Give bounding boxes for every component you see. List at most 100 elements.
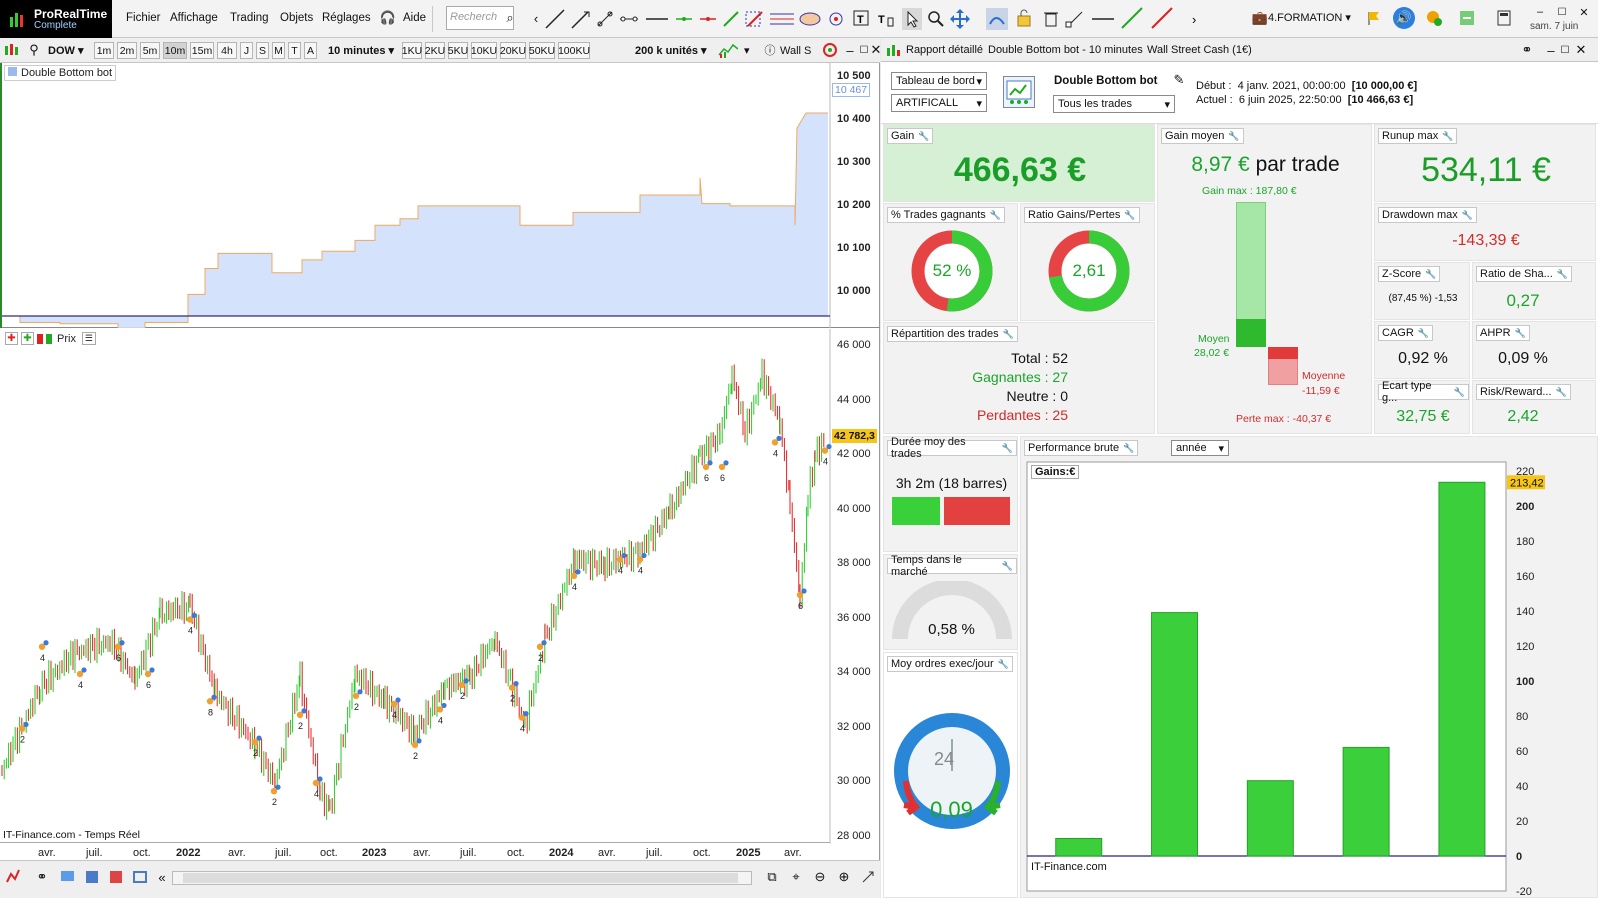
unit-10KU[interactable]: 10KU <box>471 42 497 59</box>
candles-icon[interactable] <box>2 40 22 60</box>
zoom-area-icon[interactable]: ⧉ <box>762 867 782 887</box>
timeframe-S[interactable]: S <box>256 42 269 59</box>
wrench-icon[interactable]: 🔧 <box>1124 210 1135 221</box>
grid-icon[interactable] <box>106 867 126 887</box>
sharpe-title[interactable]: Ratio de Sha... 🔧 <box>1476 266 1572 282</box>
chart-type-icon[interactable] <box>4 867 24 887</box>
volume-icon[interactable]: 🔊 <box>1393 7 1415 29</box>
time-scrollbar[interactable] <box>172 871 752 885</box>
duree-title[interactable]: Durée moy des trades 🔧 <box>887 436 1017 460</box>
wrench-icon[interactable]: 🔧 <box>1442 131 1453 142</box>
period-year-select[interactable]: année ▾ <box>1171 440 1229 456</box>
timeframe-T[interactable]: T <box>288 42 301 59</box>
menu-aide[interactable]: Aide <box>403 12 426 24</box>
workspace-select[interactable]: 4.FORMATION ▾ <box>1268 11 1351 24</box>
timeframe-2m[interactable]: 2m <box>117 42 137 59</box>
wrench-icon[interactable]: 🔧 <box>1002 443 1013 454</box>
cagr-title[interactable]: CAGR 🔧 <box>1378 325 1433 341</box>
ratio-title[interactable]: Ratio Gains/Pertes 🔧 <box>1024 207 1140 223</box>
maximize-icon[interactable]: ☐ <box>1552 2 1572 22</box>
unit-5KU[interactable]: 5KU <box>448 42 468 59</box>
view-select[interactable]: Tableau de bord ▾ <box>891 72 987 90</box>
timeframe-5m[interactable]: 5m <box>140 42 160 59</box>
menu-affichage[interactable]: Affichage <box>170 12 218 24</box>
wrench-icon[interactable]: 🔧 <box>1462 210 1473 221</box>
wrench-icon[interactable]: 🔧 <box>1454 387 1465 398</box>
comment-icon[interactable] <box>58 867 78 887</box>
briefcase-icon[interactable]: 💼 <box>1250 8 1270 28</box>
tab-instrument[interactable]: Wall Street Cash (1€) <box>1147 44 1252 56</box>
unit-1KU[interactable]: 1KU <box>402 42 422 59</box>
unit-100KU[interactable]: 100KU <box>558 42 590 59</box>
menu-fichier[interactable]: Fichier <box>126 12 161 24</box>
unit-2KU[interactable]: 2KU <box>425 42 445 59</box>
wrench-icon[interactable]: 🔧 <box>1003 329 1014 340</box>
timeframe-10m[interactable]: 10m <box>163 42 187 59</box>
alerts-icon[interactable] <box>1424 8 1444 28</box>
account-select[interactable]: ARTIFICALL ▾ <box>891 94 987 112</box>
performance-title[interactable]: Performance brute 🔧 <box>1024 440 1139 456</box>
settings-icon[interactable] <box>858 867 878 887</box>
risk-title[interactable]: Risk/Reward... 🔧 <box>1476 384 1571 400</box>
zoom-fit-icon[interactable]: ⌖ <box>786 867 806 887</box>
ordres-title[interactable]: Moy ordres exec/jour 🔧 <box>887 656 1013 672</box>
timeframe-4h[interactable]: 4h <box>217 42 237 59</box>
info-icon[interactable]: ⓘ <box>760 40 780 60</box>
menu-reglages[interactable]: Réglages <box>322 12 371 24</box>
trades-filter-select[interactable]: Tous les trades ▾ <box>1053 95 1175 113</box>
list-icon[interactable]: ☰ <box>81 332 96 345</box>
share-icon[interactable]: ⚭ <box>32 867 52 887</box>
ecart-title[interactable]: Ecart type g... 🔧 <box>1378 380 1469 404</box>
wrench-icon[interactable]: 🔧 <box>1556 387 1567 398</box>
wrench-icon[interactable]: 🔧 <box>998 659 1009 670</box>
wrench-icon[interactable]: 🔧 <box>918 131 929 142</box>
wrench-icon[interactable]: 🔧 <box>990 210 1001 221</box>
tab-system[interactable]: Double Bottom bot - 10 minutes <box>988 44 1143 56</box>
edit-icon[interactable]: ✎ <box>1169 70 1189 90</box>
wrench-icon[interactable]: 🔧 <box>1425 269 1436 280</box>
symbol-select[interactable]: DOW ▾ <box>48 42 83 59</box>
save-icon[interactable] <box>82 867 102 887</box>
menu-objets[interactable]: Objets <box>280 12 313 24</box>
timeframe-15m[interactable]: 15m <box>190 42 214 59</box>
units-select[interactable]: 200 k unités ▾ <box>635 42 707 59</box>
wrench-icon[interactable]: 🔧 <box>1515 328 1526 339</box>
timeframe-A[interactable]: A <box>304 42 317 59</box>
calculator-icon[interactable] <box>1494 8 1514 28</box>
period-select[interactable]: 10 minutes ▾ <box>328 42 394 59</box>
headset-icon[interactable]: 🎧 <box>378 8 398 28</box>
sync-icon[interactable] <box>1457 8 1477 28</box>
gain-title[interactable]: Gain 🔧 <box>887 128 934 144</box>
indicator-dropdown-icon[interactable]: ▾ <box>744 42 750 59</box>
menu-trading[interactable]: Trading <box>230 12 269 24</box>
flag-icon[interactable] <box>1364 8 1384 28</box>
zscore-title[interactable]: Z-Score 🔧 <box>1378 266 1441 282</box>
time-axis[interactable]: avr. juil. oct. 2022 avr. juil. oct. 2023 avr. ju… <box>0 842 830 862</box>
tab-rapport[interactable]: Rapport détaillé <box>906 44 983 56</box>
scrollbar-thumb[interactable] <box>183 873 738 883</box>
indicator-icon[interactable] <box>718 40 738 60</box>
temps-title[interactable]: Temps dans le marché 🔧 <box>887 554 1017 578</box>
price-pane[interactable]: 2 4 4 6 6 4 8 2 2 2 4 2 4 2 4 2 2 4 2 4 4 4 6 6 4 6 4 ✚ ✚ Prix ☰ 4… <box>0 329 880 849</box>
drawing-tools[interactable]: T T › <box>542 4 1242 34</box>
wrench-icon[interactable]: 🔧 <box>1002 561 1013 572</box>
unit-50KU[interactable]: 50KU <box>529 42 555 59</box>
minimize-icon[interactable]: – <box>1530 2 1550 22</box>
link-icon[interactable]: ⚲ <box>24 40 44 60</box>
screenshot-icon[interactable] <box>130 867 150 887</box>
unit-20KU[interactable]: 20KU <box>500 42 526 59</box>
gain-moyen-title[interactable]: Gain moyen 🔧 <box>1161 128 1244 144</box>
runup-title[interactable]: Runup max 🔧 <box>1378 128 1458 144</box>
double-left-icon[interactable]: « <box>152 867 172 887</box>
system-icon[interactable] <box>1003 76 1035 108</box>
timeframe-J[interactable]: J <box>240 42 253 59</box>
equity-pane[interactable]: Double Bottom bot 10 467 10 500 10 400 10 … <box>0 63 880 334</box>
repartition-title[interactable]: Répartition des trades 🔧 <box>887 326 1018 342</box>
zoom-out-icon[interactable]: ⊖ <box>810 867 830 887</box>
drawdown-title[interactable]: Drawdown max 🔧 <box>1378 207 1478 223</box>
remove-icon[interactable]: ✚ <box>5 332 18 345</box>
ahpr-title[interactable]: AHPR 🔧 <box>1476 325 1530 341</box>
wrench-icon[interactable]: 🔧 <box>1418 328 1429 339</box>
wrench-icon[interactable]: 🔧 <box>1123 443 1134 454</box>
wrench-icon[interactable]: 🔧 <box>1228 131 1239 142</box>
